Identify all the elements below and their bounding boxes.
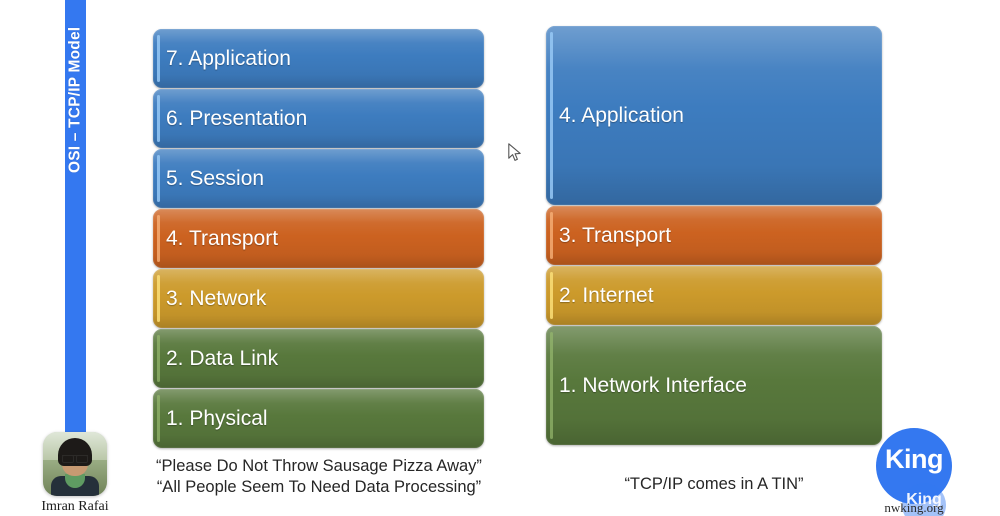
mouse-cursor-icon — [508, 143, 521, 161]
tcpip-mnemonic: “TCP/IP comes in A TIN” — [548, 474, 880, 495]
osi-mnemonic-line-1: “Please Do Not Throw Sausage Pizza Away” — [156, 457, 482, 475]
osi-layer-3[interactable]: 5. Session — [153, 149, 484, 208]
presenter-block: Imran Rafai — [31, 432, 119, 515]
osi-layer-label: 3. Network — [166, 286, 267, 310]
osi-layer-label: 7. Application — [166, 46, 291, 70]
tcpip-layer-label: 1. Network Interface — [559, 373, 747, 397]
osi-mnemonic-line-2: “All People Seem To Need Data Processing… — [156, 478, 482, 496]
brand-logo: King King nwking.org — [872, 428, 976, 516]
tcpip-mnemonic-line-1: “TCP/IP comes in A TIN” — [624, 475, 804, 493]
logo-brand-text: King — [885, 444, 944, 474]
osi-model-stack: 7. Application 6. Presentation 5. Session 4… — [153, 29, 484, 449]
osi-layer-1[interactable]: 7. Application — [153, 29, 484, 88]
slide-canvas: OSI – TCP/IP Model 7. Application 6. Pres… — [0, 0, 1000, 516]
osi-layer-6[interactable]: 2. Data Link — [153, 329, 484, 388]
tcpip-layer-4[interactable]: 1. Network Interface — [546, 326, 882, 445]
tcpip-model-stack: 4. Application 3. Transport 2. Internet 1. … — [546, 26, 882, 446]
osi-mnemonic: “Please Do Not Throw Sausage Pizza Away”… — [143, 456, 495, 498]
presenter-name: Imran Rafai — [41, 499, 109, 514]
osi-layer-label: 6. Presentation — [166, 106, 308, 130]
tcpip-layer-label: 3. Transport — [559, 223, 672, 247]
logo-website-text: nwking.org — [884, 500, 944, 515]
tcpip-layer-label: 2. Internet — [559, 283, 654, 307]
osi-layer-label: 1. Physical — [166, 406, 268, 430]
osi-layer-label: 4. Transport — [166, 226, 279, 250]
osi-layer-label: 2. Data Link — [166, 346, 279, 370]
tcpip-layer-1[interactable]: 4. Application — [546, 26, 882, 205]
avatar-glasses — [62, 455, 88, 463]
osi-layer-7[interactable]: 1. Physical — [153, 389, 484, 448]
slide-title: OSI – TCP/IP Model — [66, 26, 84, 174]
osi-layer-5[interactable]: 3. Network — [153, 269, 484, 328]
osi-layer-label: 5. Session — [166, 166, 265, 190]
osi-layer-4[interactable]: 4. Transport — [153, 209, 484, 268]
tcpip-layer-2[interactable]: 3. Transport — [546, 206, 882, 265]
tcpip-layer-label: 4. Application — [559, 103, 684, 127]
avatar — [43, 432, 107, 496]
osi-layer-2[interactable]: 6. Presentation — [153, 89, 484, 148]
tcpip-layer-3[interactable]: 2. Internet — [546, 266, 882, 325]
